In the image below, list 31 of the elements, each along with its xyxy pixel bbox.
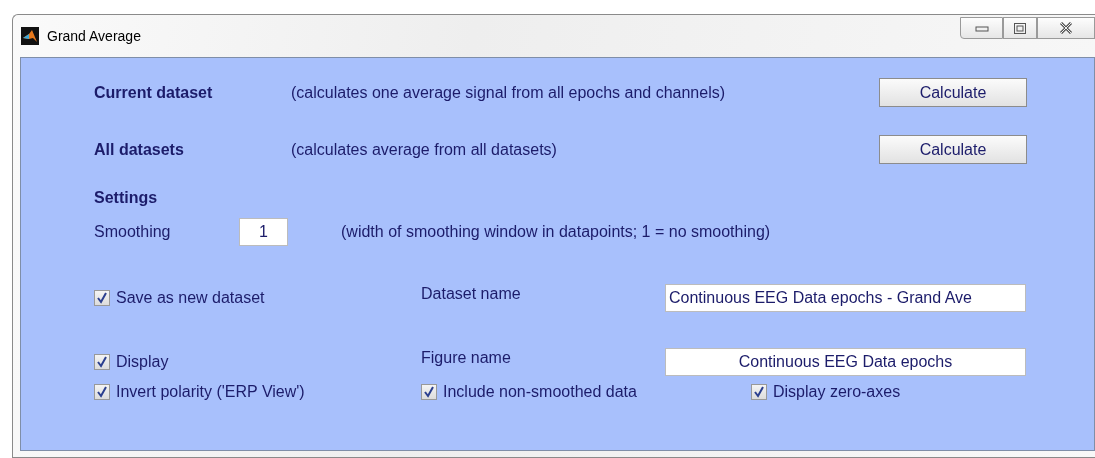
maximize-button[interactable] <box>1003 17 1037 39</box>
close-icon <box>1059 22 1073 34</box>
checkbox-label: Include non-smoothed data <box>443 382 637 402</box>
checkbox[interactable] <box>94 354 110 370</box>
section-title: Settings <box>94 188 158 208</box>
section-title: Current dataset <box>94 82 214 103</box>
field-label: Smoothing <box>94 222 172 242</box>
checkbox-label: Invert polarity ('ERP View') <box>116 382 305 402</box>
checkbox-label: Save as new dataset <box>116 288 265 308</box>
checkbox-label: Display zero-axes <box>773 382 901 402</box>
hint-text: (width of smoothing window in datapoints; 1 = no smoothing) <box>341 222 771 242</box>
window-title: Grand Average <box>47 26 141 46</box>
field-label: Figure name <box>421 348 512 368</box>
section-description: (calculates one average signal from all epochs and channels) <box>291 82 727 103</box>
smoothing-field[interactable]: 1 <box>239 218 288 246</box>
text-field[interactable]: Continuous EEG Data epochs <box>665 348 1026 376</box>
checkbox[interactable] <box>94 384 110 400</box>
minimize-icon <box>974 24 989 32</box>
checkbox[interactable] <box>421 384 437 400</box>
field-label: Dataset name <box>421 284 522 304</box>
checkbox[interactable] <box>751 384 767 400</box>
calculate-button[interactable]: Calculate <box>879 78 1027 107</box>
calculate-button[interactable]: Calculate <box>879 135 1027 164</box>
close-button[interactable] <box>1037 17 1095 39</box>
app-icon <box>21 27 39 45</box>
section-description: (calculates average from all datasets) <box>291 139 558 160</box>
text-field[interactable]: Continuous EEG Data epochs - Grand Ave <box>665 284 1026 312</box>
maximize-icon <box>1014 22 1026 34</box>
section-title: All datasets <box>94 139 185 160</box>
checkbox[interactable] <box>94 290 110 306</box>
checkbox-label: Display <box>116 352 169 372</box>
